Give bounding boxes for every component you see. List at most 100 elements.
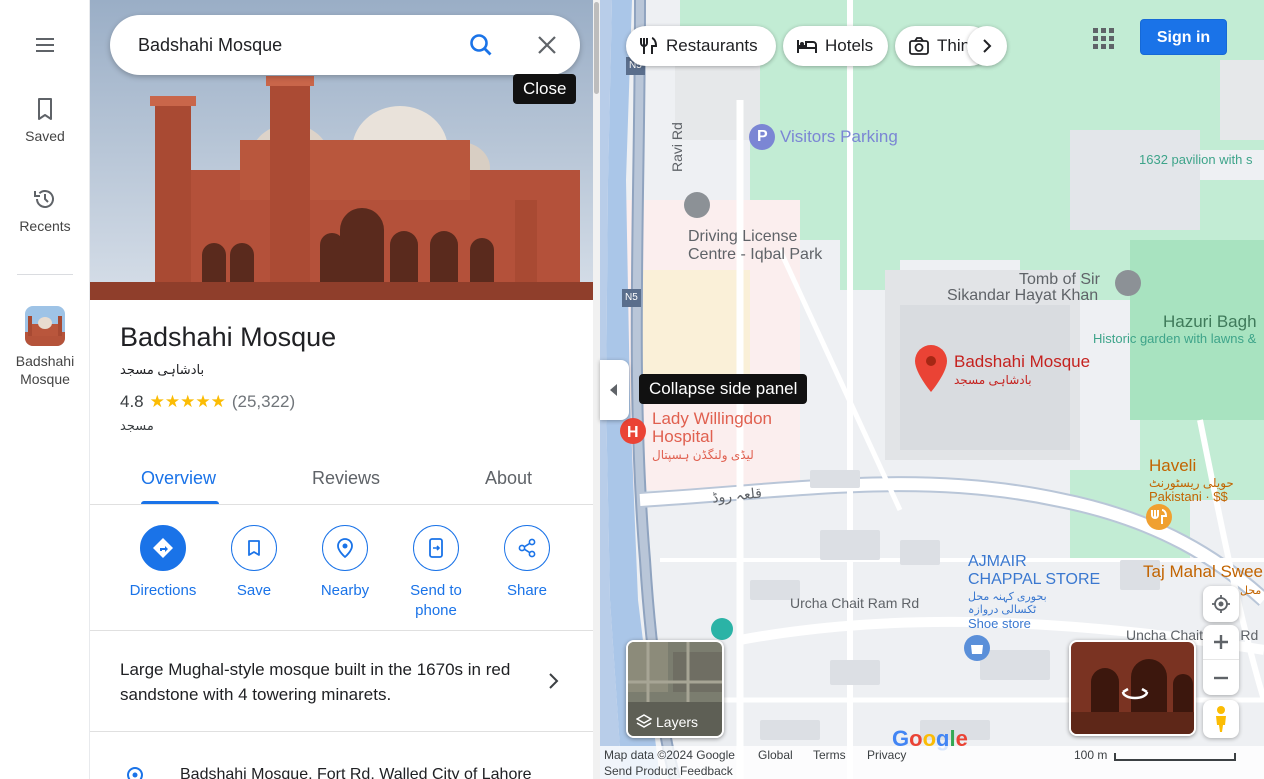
layers-label-group: Layers [636,714,698,730]
place-tabs: Overview Reviews About [90,456,593,505]
zoom-in-button[interactable] [1203,625,1239,660]
map-label-taj[interactable]: Taj Mahal Swee [1143,563,1263,581]
street-view-preview[interactable] [1069,640,1196,736]
pegman-button[interactable] [1203,700,1239,738]
scrollbar-thumb[interactable] [594,2,599,94]
share-icon [518,538,536,558]
map-label-urcha-road: Urcha Chait Ram Rd [790,595,920,611]
saved-label: Saved [25,128,65,144]
rating-row[interactable]: 4.8 ★★★★★ (25,322) [120,392,295,412]
chips-next-button[interactable] [967,26,1007,66]
send-to-phone-circle [413,525,459,571]
location-pin-icon [126,766,144,779]
directions-circle [140,525,186,571]
tab-overview[interactable]: Overview [141,468,216,489]
google-apps-icon[interactable] [1093,28,1115,50]
tab-reviews[interactable]: Reviews [312,468,380,489]
rail-divider [17,274,73,275]
bookmark-icon [248,540,260,556]
map-label-ravi-rd: Ravi Rd [669,122,685,172]
layers-label: Layers [656,714,699,730]
search-input[interactable] [138,33,438,57]
save-button[interactable]: Save [214,525,294,601]
address-text: Badshahi Mosque, Fort Rd, Walled City of… [180,766,532,779]
nearby-label: Nearby [320,582,370,599]
map-label-driving-1[interactable]: Driving License [688,228,797,246]
map-label-lady-1[interactable]: Lady Willingdon [652,410,772,428]
history-icon [34,190,54,208]
tab-about[interactable]: About [485,468,532,489]
map-label-pavilion[interactable]: 1632 pavilion with s [1139,151,1252,169]
hotel-icon [797,40,817,53]
hamburger-menu-icon [36,38,54,52]
layers-icon [636,714,652,728]
hospital-icon: H [627,424,639,441]
terms-link[interactable]: Terms [813,748,846,762]
map-label-badshahi[interactable]: Badshahi Mosque [954,353,1090,371]
plus-icon [1214,635,1228,649]
map-label-hazuri-bagh[interactable]: Hazuri Bagh [1163,313,1257,331]
pegman-icon [1216,706,1226,732]
address-row[interactable]: Badshahi Mosque, Fort Rd, Walled City of… [90,732,593,779]
map-label-n5: N5 [622,289,641,307]
place-description[interactable]: Large Mughal-style mosque built in the 1… [90,631,593,732]
my-location-button[interactable] [1203,586,1239,622]
send-to-phone-label-2: phone [415,602,457,619]
directions-icon [153,538,173,558]
map-label-haveli[interactable]: Haveli [1149,457,1196,475]
global-link[interactable]: Global [758,748,793,762]
sign-in-button[interactable]: Sign in [1140,19,1227,55]
minus-icon [1214,676,1228,679]
nearby-circle [322,525,368,571]
send-feedback-link[interactable]: Send Product Feedback [604,764,733,778]
chip-restaurants[interactable]: Restaurants [626,26,776,66]
send-to-phone-button[interactable]: Send to phone [396,525,476,621]
save-label: Save [236,582,272,599]
map-label-haveli-sub: Pakistani · $$ [1149,489,1228,504]
svg-text:H: H [627,424,639,441]
shoe-store-icon [971,645,983,654]
search-icon[interactable] [468,32,494,58]
restaurant-icon [1151,509,1168,524]
map-label-ajmair-1[interactable]: AJMAIR [968,553,1027,571]
directions-button[interactable]: Directions [123,525,203,601]
map-data-attribution: Map data ©2024 Google [604,748,735,762]
zoom-controls [1203,625,1239,695]
map-label-driving-2[interactable]: Centre - Iqbal Park [688,246,822,264]
nearby-button[interactable]: Nearby [305,525,385,601]
close-icon[interactable] [534,32,560,58]
rating-value: 4.8 [120,392,144,411]
privacy-link[interactable]: Privacy [867,748,906,762]
chip-hotels[interactable]: Hotels [783,26,888,66]
restaurant-icon [640,37,658,54]
place-category[interactable]: مسجد [120,418,154,434]
share-button[interactable]: Share [487,525,567,601]
map-label-visitors-parking[interactable]: Visitors Parking [780,128,898,146]
chevron-right-icon [983,39,992,53]
recents-button[interactable]: Recents [0,186,90,234]
collapse-panel-button[interactable] [600,360,629,420]
review-count[interactable]: (25,322) [232,392,295,412]
map-label-tomb-2[interactable]: Sikandar Hayat Khan [947,287,1098,305]
share-label: Share [506,582,548,599]
close-tooltip: Close [513,74,577,104]
map-footer: Map data ©2024 Google Global Terms Priva… [600,746,1264,779]
map-label-lady-2[interactable]: Hospital [652,428,713,446]
send-to-phone-icon [429,538,443,558]
zoom-out-button[interactable] [1203,660,1239,695]
nearby-icon [337,538,353,559]
scale-label[interactable]: 100 m [1074,748,1107,762]
map-label-ajmair-2[interactable]: CHAPPAL STORE [968,571,1100,589]
left-rail: Saved Recents Badshahi Mosque [0,0,90,779]
map-label-shoe-store: Shoe store [968,616,1031,631]
layers-button[interactable]: Layers [626,640,724,738]
menu-button[interactable] [0,33,90,63]
panel-scrollbar[interactable] [593,0,600,779]
place-title: Badshahi Mosque [120,322,337,352]
side-panel: Close Badshahi Mosque بادشاہی مسجد 4.8 ★… [90,0,600,779]
camera-icon [909,37,929,55]
chip-things-label: Thin [937,36,971,55]
description-text: Large Mughal-style mosque built in the 1… [120,660,511,704]
recent-place-badshahi[interactable]: Badshahi Mosque [0,306,90,388]
saved-button[interactable]: Saved [0,96,90,144]
